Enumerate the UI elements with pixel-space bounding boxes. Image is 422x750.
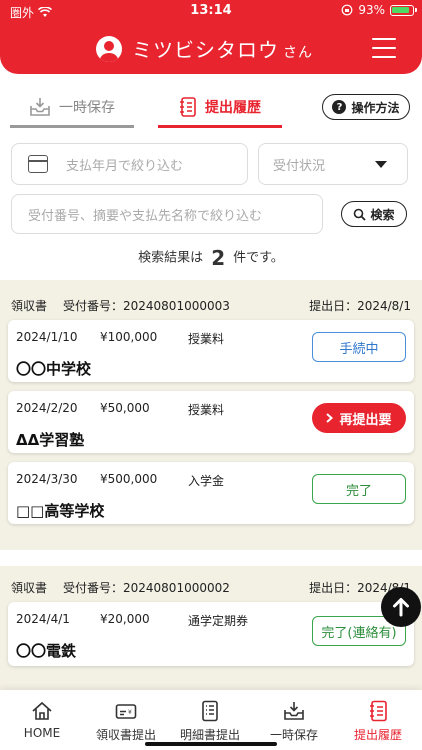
- keyword-placeholder: 受付番号、摘要や支払先名称で絞り込む: [28, 208, 263, 224]
- nav-home-label: HOME: [23, 726, 61, 740]
- payment-amount: ¥500,000: [100, 472, 158, 486]
- inbox-download-icon: [30, 97, 50, 116]
- scroll-top-button[interactable]: [381, 587, 421, 627]
- nav-history-label: 提出履歴: [353, 728, 402, 742]
- status-select-placeholder: 受付状況: [273, 158, 326, 174]
- tab-draft-label: 一時保存: [59, 99, 115, 116]
- receipt-card[interactable]: 2024/1/10 ¥100,000 授業料 〇〇中学校 手続中: [8, 320, 414, 382]
- honorific: さん: [283, 45, 313, 61]
- payment-amount: ¥50,000: [100, 401, 150, 415]
- caret-down-icon: [375, 160, 387, 168]
- nav-draft[interactable]: 一時保存: [252, 696, 336, 743]
- result-prefix: 検索結果は: [138, 250, 204, 266]
- payment-date: 2024/4/1: [16, 612, 70, 626]
- date-filter[interactable]: 支払年月で絞り込む: [11, 143, 248, 185]
- tab-history-label: 提出履歴: [205, 99, 261, 116]
- receipt-icon: ¥: [115, 704, 137, 719]
- payee-name: 〇〇中学校: [16, 360, 92, 378]
- history-list-icon: [180, 96, 196, 117]
- submitted-date: 提出日：2024/8/1: [309, 299, 411, 313]
- payment-date: 2024/1/10: [16, 330, 78, 344]
- nav-draft-label: 一時保存: [269, 728, 318, 742]
- howto-label: 操作方法: [351, 100, 400, 115]
- tab-bar: 一時保存 提出履歴 ? 操作方法: [0, 88, 422, 130]
- payment-date: 2024/2/20: [16, 401, 78, 415]
- resubmit-label: 再提出要: [339, 412, 392, 428]
- nav-home[interactable]: HOME: [0, 696, 84, 740]
- user-name-text: ミツビシタロウ: [132, 38, 279, 62]
- chevron-right-icon: [326, 413, 334, 423]
- search-button[interactable]: 検索: [341, 201, 407, 227]
- battery-icon: [390, 4, 417, 16]
- status-badge[interactable]: 手続中: [312, 332, 406, 362]
- inbox-icon: [284, 702, 304, 720]
- rotation-lock-icon: [341, 4, 353, 16]
- arrow-up-icon: [393, 598, 409, 617]
- result-count: 検索結果は 2 件です。: [0, 246, 422, 270]
- payment-item: 通学定期券: [188, 614, 249, 628]
- payee-name: 〇〇電鉄: [16, 642, 77, 660]
- howto-button[interactable]: ? 操作方法: [322, 94, 410, 120]
- payee-name: □□高等学校: [16, 502, 105, 520]
- home-indicator: [145, 742, 277, 746]
- receipt-card[interactable]: 2024/3/30 ¥500,000 入学金 □□高等学校 完了: [8, 462, 414, 524]
- nav-history[interactable]: 提出履歴: [336, 696, 420, 743]
- payment-item: 授業料: [188, 332, 225, 346]
- battery-area: 93%: [341, 3, 417, 17]
- app-header: ミツビシタロウ さん: [0, 22, 422, 74]
- avatar-icon: [96, 35, 122, 62]
- nav-receipt[interactable]: ¥ 領収書提出: [84, 696, 168, 743]
- payment-date: 2024/3/30: [16, 472, 78, 486]
- menu-icon[interactable]: [372, 38, 396, 58]
- submission-group: 領収書 受付番号：20240801000003 提出日：2024/8/1 202…: [0, 280, 422, 550]
- statement-icon: [202, 700, 218, 722]
- battery-percent: 93%: [358, 3, 385, 17]
- tab-draft[interactable]: 一時保存: [10, 88, 134, 128]
- payment-amount: ¥20,000: [100, 612, 150, 626]
- group-header: 領収書 受付番号：20240801000003 提出日：2024/8/1: [11, 297, 411, 314]
- bottom-nav: HOME ¥ 領収書提出 明細書提出 一時保存 提出履歴: [0, 690, 422, 750]
- tab-history[interactable]: 提出履歴: [158, 88, 282, 128]
- payment-amount: ¥100,000: [100, 330, 158, 344]
- nav-statement-label: 明細書提出: [179, 728, 240, 742]
- search-icon: [354, 208, 367, 221]
- user-info: ミツビシタロウ さん: [96, 34, 313, 63]
- user-name: ミツビシタロウ さん: [132, 34, 313, 63]
- keyword-input[interactable]: 受付番号、摘要や支払先名称で絞り込む: [11, 194, 323, 234]
- status-bar: 圏外 13:14 93%: [0, 0, 422, 22]
- status-badge[interactable]: 完了: [312, 474, 406, 504]
- doc-type: 領収書: [11, 299, 48, 313]
- result-number: 2: [211, 246, 226, 270]
- history-icon: [370, 700, 387, 722]
- nav-statement[interactable]: 明細書提出: [168, 696, 252, 743]
- payment-item: 入学金: [188, 474, 225, 488]
- question-icon: ?: [332, 100, 347, 114]
- receipt-number: 受付番号：20240801000003: [63, 299, 230, 313]
- payee-name: ΔΔ学習塾: [16, 431, 85, 449]
- calendar-icon: [28, 155, 48, 173]
- svg-text:¥: ¥: [128, 709, 132, 716]
- search-label: 検索: [370, 207, 395, 222]
- receipt-card[interactable]: 2024/2/20 ¥50,000 授業料 ΔΔ学習塾 再提出要: [8, 391, 414, 453]
- group-header: 領収書 受付番号：20240801000002 提出日：2024/8/1: [11, 579, 411, 596]
- doc-type: 領収書: [11, 581, 48, 595]
- nav-receipt-label: 領収書提出: [95, 728, 156, 742]
- submission-group: 領収書 受付番号：20240801000002 提出日：2024/8/1 202…: [0, 566, 422, 690]
- receipt-number: 受付番号：20240801000002: [63, 581, 230, 595]
- receipt-card[interactable]: 2024/4/1 ¥20,000 通学定期券 〇〇電鉄 完了(連絡有): [8, 602, 414, 666]
- date-filter-placeholder: 支払年月で絞り込む: [66, 158, 184, 174]
- result-suffix: 件です。: [233, 250, 284, 266]
- payment-item: 授業料: [188, 403, 225, 417]
- home-icon: [32, 701, 52, 720]
- resubmit-button[interactable]: 再提出要: [312, 403, 406, 433]
- status-select[interactable]: 受付状況: [258, 143, 408, 185]
